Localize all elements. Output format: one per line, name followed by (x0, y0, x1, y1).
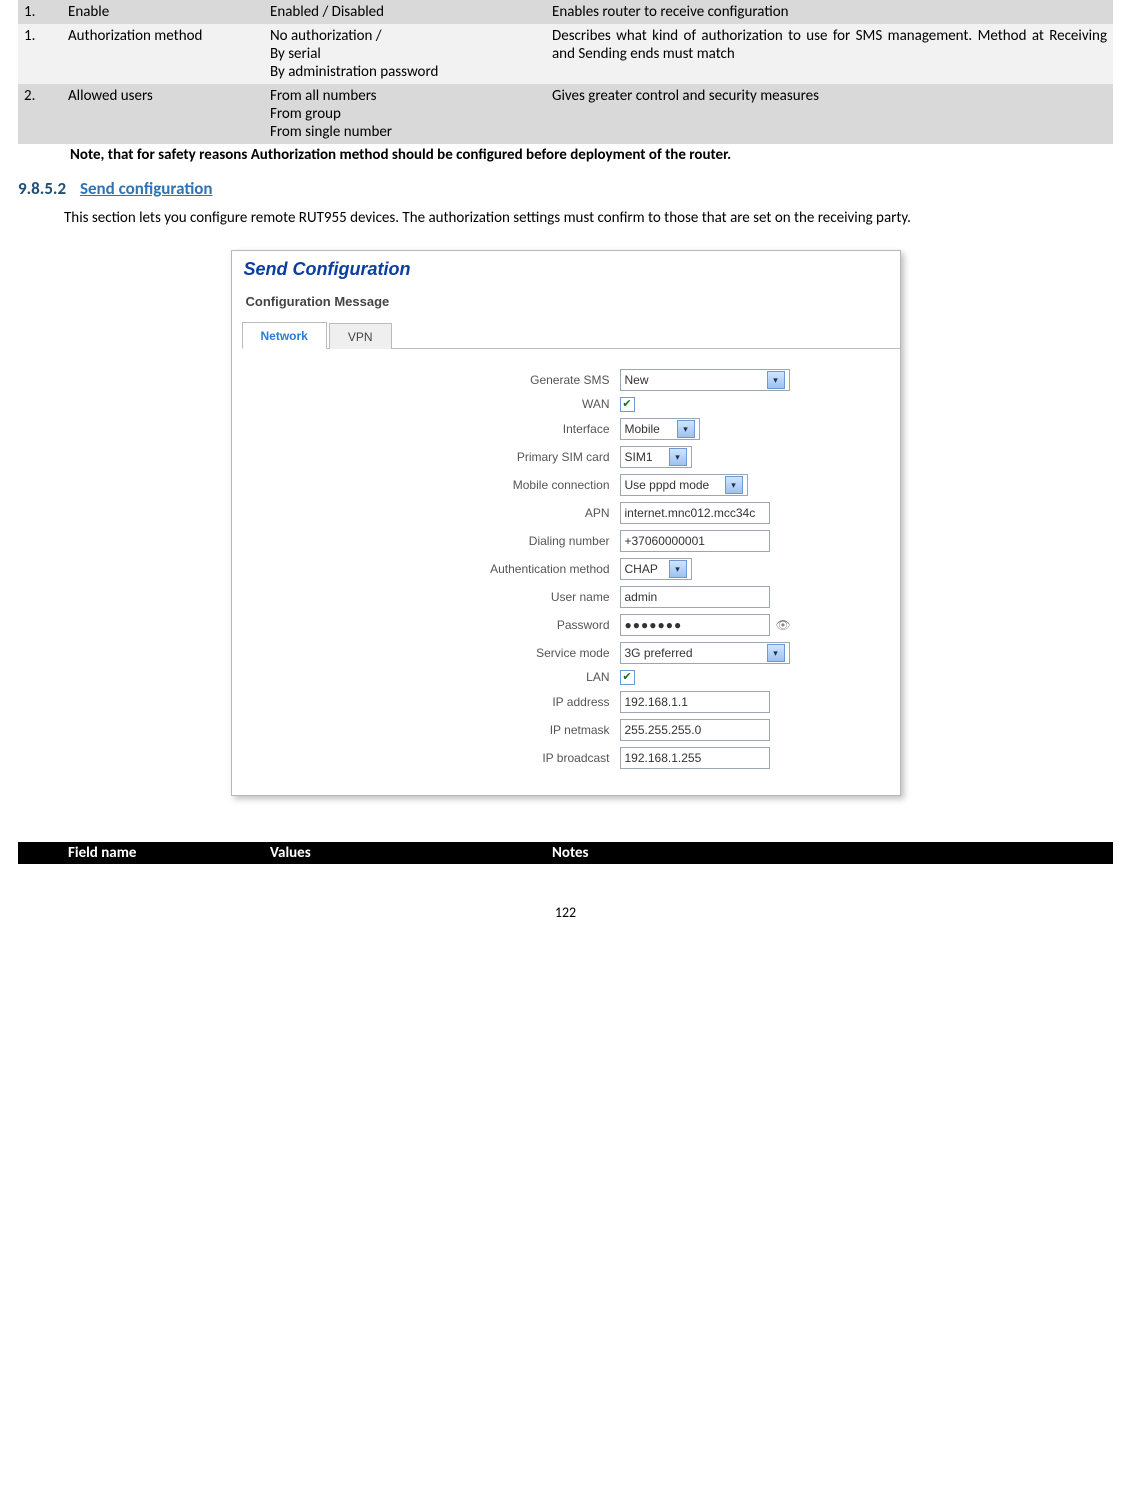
input-ip-broadcast[interactable]: 192.168.1.255 (620, 747, 770, 769)
checkbox-lan[interactable]: ✔ (620, 670, 635, 685)
field-control: 192.168.1.255 (620, 747, 880, 769)
select-mobile-connection[interactable]: Use pppd mode▾ (620, 474, 748, 496)
field-control: +37060000001 (620, 530, 880, 552)
header-notes: Notes (546, 842, 1113, 864)
header-blank (18, 842, 62, 864)
form-row: Dialing number+37060000001 (250, 530, 882, 552)
field-control: Mobile▾ (620, 418, 880, 440)
form-row: Service mode3G preferred▾ (250, 642, 882, 664)
form-row: IP netmask255.255.255.0 (250, 719, 882, 741)
chevron-down-icon: ▾ (669, 448, 687, 466)
table-row: 1.EnableEnabled / DisabledEnables router… (18, 0, 1113, 24)
field-label: IP netmask (250, 723, 620, 737)
table-row: 2.Allowed usersFrom all numbers From gro… (18, 84, 1113, 144)
chevron-down-icon: ▾ (725, 476, 743, 494)
panel-subsection: Configuration Message (242, 288, 900, 315)
field-control: Use pppd mode▾ (620, 474, 880, 496)
form-row: User nameadmin (250, 586, 882, 608)
select-authentication-method[interactable]: CHAP▾ (620, 558, 692, 580)
form-row: Generate SMSNew▾ (250, 369, 882, 391)
input-apn[interactable]: internet.mnc012.mcc34c (620, 502, 770, 524)
tab-network[interactable]: Network (242, 322, 327, 349)
section-heading: 9.8.5.2 Send configuration (18, 178, 1113, 199)
section-paragraph: This section lets you configure remote R… (18, 209, 1113, 228)
form-row: Password●●●●●●● 👁 (250, 614, 882, 636)
form-row: IP broadcast192.168.1.255 (250, 747, 882, 769)
input-ip-netmask[interactable]: 255.255.255.0 (620, 719, 770, 741)
eye-icon[interactable]: 👁 (776, 618, 791, 632)
field-control: 3G preferred▾ (620, 642, 880, 664)
form-row: Authentication methodCHAP▾ (250, 558, 882, 580)
field-label: Interface (250, 422, 620, 436)
chevron-down-icon: ▾ (767, 371, 785, 389)
field-label: WAN (250, 397, 620, 411)
select-generate-sms[interactable]: New▾ (620, 369, 790, 391)
section-title: Send configuration (80, 178, 213, 199)
chevron-down-icon: ▾ (677, 420, 695, 438)
field-label: IP broadcast (250, 751, 620, 765)
field-label: Primary SIM card (250, 450, 620, 464)
field-label: LAN (250, 670, 620, 684)
form-row: LAN✔ (250, 670, 882, 685)
form-row: IP address192.168.1.1 (250, 691, 882, 713)
input-ip-address[interactable]: 192.168.1.1 (620, 691, 770, 713)
chevron-down-icon: ▾ (767, 644, 785, 662)
select-interface[interactable]: Mobile▾ (620, 418, 700, 440)
input-user-name[interactable]: admin (620, 586, 770, 608)
field-control: 192.168.1.1 (620, 691, 880, 713)
field-control: internet.mnc012.mcc34c (620, 502, 880, 524)
field-control: SIM1▾ (620, 446, 880, 468)
send-configuration-panel: Send Configuration Configuration Message… (231, 250, 901, 796)
form-row: Primary SIM cardSIM1▾ (250, 446, 882, 468)
panel-form: Generate SMSNew▾WAN✔InterfaceMobile▾Prim… (232, 349, 900, 795)
field-control: New▾ (620, 369, 880, 391)
select-service-mode[interactable]: 3G preferred▾ (620, 642, 790, 664)
header-values: Values (264, 842, 546, 864)
form-row: APNinternet.mnc012.mcc34c (250, 502, 882, 524)
form-row: WAN✔ (250, 397, 882, 412)
field-label: Dialing number (250, 534, 620, 548)
page-number: 122 (18, 904, 1113, 921)
field-label: APN (250, 506, 620, 520)
field-label: IP address (250, 695, 620, 709)
field-control: admin (620, 586, 880, 608)
panel-title: Send Configuration (232, 251, 900, 284)
field-control: ✔ (620, 397, 880, 412)
field-control: CHAP▾ (620, 558, 880, 580)
parameter-table: 1.EnableEnabled / DisabledEnables router… (18, 0, 1113, 144)
field-control: ✔ (620, 670, 880, 685)
input-dialing-number[interactable]: +37060000001 (620, 530, 770, 552)
field-header-bar: Field name Values Notes (18, 842, 1113, 864)
form-row: Mobile connectionUse pppd mode▾ (250, 474, 882, 496)
table-row: 1.Authorization methodNo authorization /… (18, 24, 1113, 84)
field-label: Mobile connection (250, 478, 620, 492)
safety-note: Note, that for safety reasons Authorizat… (70, 146, 1113, 164)
field-label: User name (250, 590, 620, 604)
field-label: Password (250, 618, 620, 632)
header-fieldname: Field name (62, 842, 264, 864)
section-number: 9.8.5.2 (18, 178, 66, 199)
panel-tabs: NetworkVPN (242, 321, 900, 349)
select-primary-sim-card[interactable]: SIM1▾ (620, 446, 692, 468)
field-label: Service mode (250, 646, 620, 660)
field-label: Authentication method (250, 562, 620, 576)
chevron-down-icon: ▾ (669, 560, 687, 578)
checkbox-wan[interactable]: ✔ (620, 397, 635, 412)
input-password[interactable]: ●●●●●●● (620, 614, 770, 636)
field-label: Generate SMS (250, 373, 620, 387)
tab-vpn[interactable]: VPN (329, 323, 392, 349)
form-row: InterfaceMobile▾ (250, 418, 882, 440)
field-control: 255.255.255.0 (620, 719, 880, 741)
field-control: ●●●●●●● 👁 (620, 614, 880, 636)
